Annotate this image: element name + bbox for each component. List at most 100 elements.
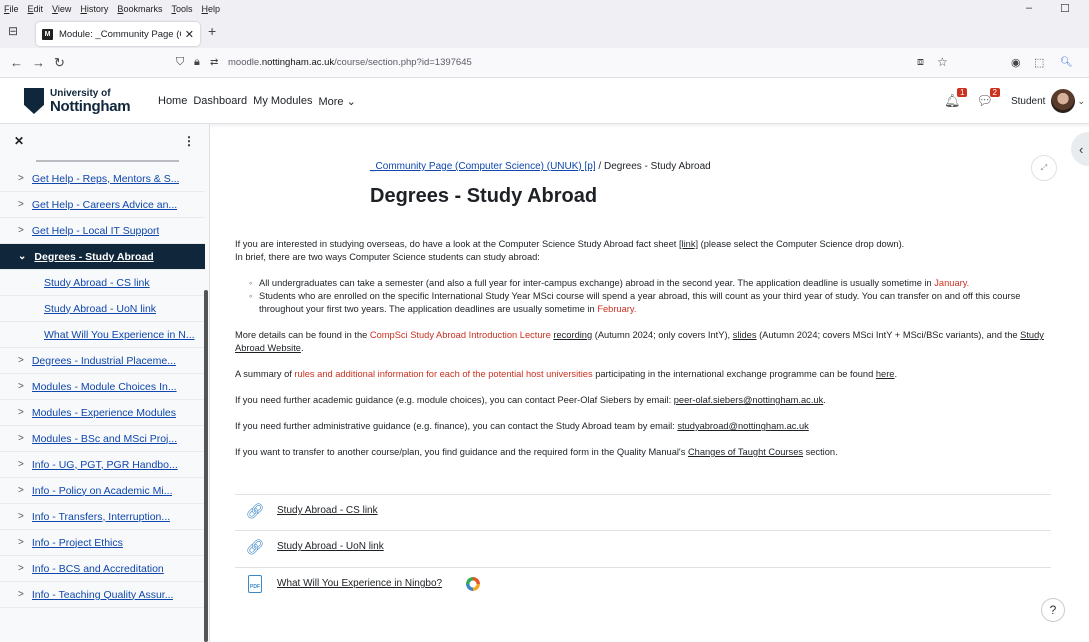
- tab-list-icon[interactable]: ⊟: [8, 24, 18, 38]
- drawer-activity-item[interactable]: Study Abroad - CS link: [0, 270, 205, 296]
- drawer-section-item[interactable]: > Modules - BSc and MSci Proj...: [0, 426, 205, 452]
- lock-icon[interactable]: 🔒︎: [194, 56, 200, 69]
- bookmark-star-icon[interactable]: ☆: [937, 55, 948, 69]
- search-icon[interactable]: 🔍︎: [1060, 57, 1073, 68]
- changes-of-taught-courses-link[interactable]: Changes of Taught Courses: [688, 447, 803, 457]
- activity-item[interactable]: PDF What Will You Experience in Ningbo?: [235, 567, 1051, 599]
- nav-my-modules[interactable]: My Modules: [253, 95, 312, 108]
- expand-icon: ⤢: [1040, 163, 1048, 172]
- help-button[interactable]: ?: [1041, 598, 1065, 622]
- recording-link[interactable]: recording: [553, 330, 592, 340]
- url-path: /course/section.php?id=1397645: [334, 57, 472, 68]
- activity-link[interactable]: Study Abroad - CS link: [277, 505, 378, 516]
- academic-contact-email-link[interactable]: peer-olaf.siebers@nottingham.ac.uk: [674, 395, 824, 405]
- browser-menubar: File Edit View History Bookmarks Tools H…: [0, 0, 1089, 18]
- activity-item[interactable]: 🔗︎ Study Abroad - CS link: [235, 494, 1051, 526]
- menu-file[interactable]: File: [4, 4, 19, 14]
- course-index-list: > Get Help - Reps, Mentors & S... > Get He…: [0, 166, 205, 608]
- tab-bar: ⊟ M Module: _Community Page (C ✕ +: [0, 18, 1089, 48]
- open-block-drawer-button[interactable]: ‹: [1071, 132, 1089, 166]
- drawer-section-item[interactable]: > Get Help - Local IT Support: [0, 218, 205, 244]
- close-drawer-icon[interactable]: ✕: [14, 134, 24, 148]
- close-tab-icon[interactable]: ✕: [185, 28, 194, 41]
- drawer-section-item[interactable]: > Info - Transfers, Interruption...: [0, 504, 205, 530]
- chevron-down-icon: ⌄: [18, 251, 27, 262]
- activity-link[interactable]: Study Abroad - UoN link: [277, 541, 384, 552]
- url-bar[interactable]: moodle.nottingham.ac.uk/course/section.p…: [228, 57, 472, 68]
- drawer-section-item-active[interactable]: ⌄ Degrees - Study Abroad: [0, 244, 205, 270]
- browser-tab[interactable]: M Module: _Community Page (C ✕: [36, 22, 200, 46]
- menu-history[interactable]: History: [80, 4, 108, 14]
- minimize-icon[interactable]: –: [1026, 2, 1032, 14]
- host-universities-here-link[interactable]: here: [876, 369, 895, 379]
- drawer-section-item[interactable]: > Info - Teaching Quality Assur...: [0, 582, 205, 608]
- university-logo[interactable]: University of Nottingham: [24, 84, 150, 118]
- drawer-section-item[interactable]: > Get Help - Careers Advice an...: [0, 192, 205, 218]
- drawer-section-item[interactable]: > Info - Project Ethics: [0, 530, 205, 556]
- chevron-right-icon: >: [18, 563, 24, 574]
- drawer-activity-item[interactable]: Study Abroad - UoN link: [0, 296, 205, 322]
- drawer-scrollbar[interactable]: [204, 290, 208, 642]
- permissions-icon[interactable]: ⇄: [210, 57, 218, 68]
- drawer-activity-item[interactable]: What Will You Experience in N...: [0, 322, 205, 348]
- avatar[interactable]: [1051, 89, 1076, 113]
- tab-title: Module: _Community Page (C: [59, 28, 181, 40]
- drawer-section-item[interactable]: > Modules - Module Choices In...: [0, 374, 205, 400]
- back-icon[interactable]: ←: [10, 55, 23, 70]
- activity-item[interactable]: 🔗︎ Study Abroad - UoN link: [235, 530, 1051, 562]
- user-menu-chevron-down-icon[interactable]: ⌄: [1077, 96, 1085, 107]
- chevron-right-icon: >: [18, 173, 24, 184]
- study-abroad-options-list: All undergraduates can take a semester (…: [249, 277, 1055, 316]
- fullscreen-toggle-button[interactable]: ⤢: [1031, 155, 1057, 181]
- new-tab-icon[interactable]: +: [208, 23, 216, 39]
- page-title: Degrees - Study Abroad: [370, 185, 598, 207]
- drawer-section-item[interactable]: > Degrees - Industrial Placeme...: [0, 348, 205, 374]
- crest-icon: [24, 88, 44, 114]
- forward-icon[interactable]: →: [32, 55, 45, 70]
- drawer-section-item[interactable]: > Info - UG, PGT, PGR Handbo...: [0, 452, 205, 478]
- chevron-right-icon: >: [18, 511, 24, 522]
- nav-dashboard[interactable]: Dashboard: [193, 95, 247, 108]
- breadcrumb: _Community Page (Computer Science) (UNUK…: [370, 161, 711, 172]
- scrolled-item-remnant: [36, 160, 179, 162]
- drawer-options-kebab-icon[interactable]: ⋮: [183, 134, 195, 148]
- drawer-section-item[interactable]: > Info - Policy on Academic Mi...: [0, 478, 205, 504]
- drawer-section-item[interactable]: > Info - BCS and Accreditation: [0, 556, 205, 582]
- main-region: _Community Page (Computer Science) (UNUK…: [210, 124, 1089, 642]
- account-icon[interactable]: ◉: [1011, 56, 1021, 69]
- breadcrumb-separator: /: [595, 161, 604, 172]
- primary-nav: Home Dashboard My Modules More ⌄: [158, 95, 362, 108]
- fact-sheet-link[interactable]: [link]: [679, 239, 698, 249]
- chevron-right-icon: >: [18, 433, 24, 444]
- message-count-badge: 2: [989, 88, 1000, 97]
- notifications-button[interactable]: 🔔︎ 1: [944, 88, 968, 109]
- drawer-section-item[interactable]: > Modules - Experience Modules: [0, 400, 205, 426]
- menu-view[interactable]: View: [52, 4, 71, 14]
- chevron-right-icon: >: [18, 225, 24, 236]
- reload-icon[interactable]: ↻: [54, 55, 65, 71]
- activity-link[interactable]: What Will You Experience in Ningbo?: [277, 578, 442, 589]
- nav-more[interactable]: More ⌄: [318, 95, 355, 108]
- shield-icon[interactable]: ⛉: [176, 56, 184, 69]
- chevron-right-icon: >: [18, 381, 24, 392]
- user-label: Student: [1010, 95, 1046, 107]
- breadcrumb-course-link[interactable]: _Community Page (Computer Science) (UNUK…: [370, 161, 596, 172]
- menu-help[interactable]: Help: [201, 4, 220, 14]
- site-header: University of Nottingham Home Dashboard …: [0, 78, 1089, 124]
- maximize-icon[interactable]: ☐: [1060, 2, 1070, 15]
- slides-link[interactable]: slides: [733, 330, 757, 340]
- nav-home[interactable]: Home: [158, 95, 187, 108]
- drawer-section-item[interactable]: > Get Help - Reps, Mentors & S...: [0, 166, 205, 192]
- menu-tools[interactable]: Tools: [171, 4, 192, 14]
- breadcrumb-current: Degrees - Study Abroad: [603, 161, 711, 172]
- menu-edit[interactable]: Edit: [28, 4, 44, 14]
- reader-mode-icon[interactable]: ⧈: [917, 56, 924, 69]
- list-item: Students who are enrolled on the specifi…: [249, 290, 1055, 316]
- extensions-icon[interactable]: ⬚: [1034, 56, 1044, 69]
- menu-bookmarks[interactable]: Bookmarks: [117, 4, 162, 14]
- chevron-right-icon: >: [18, 459, 24, 470]
- chevron-right-icon: >: [18, 355, 24, 366]
- messages-button[interactable]: 💬︎ 2: [976, 88, 1000, 109]
- url-prefix: moodle.: [228, 57, 262, 68]
- admin-contact-email-link[interactable]: studyabroad@nottingham.ac.uk: [677, 421, 808, 431]
